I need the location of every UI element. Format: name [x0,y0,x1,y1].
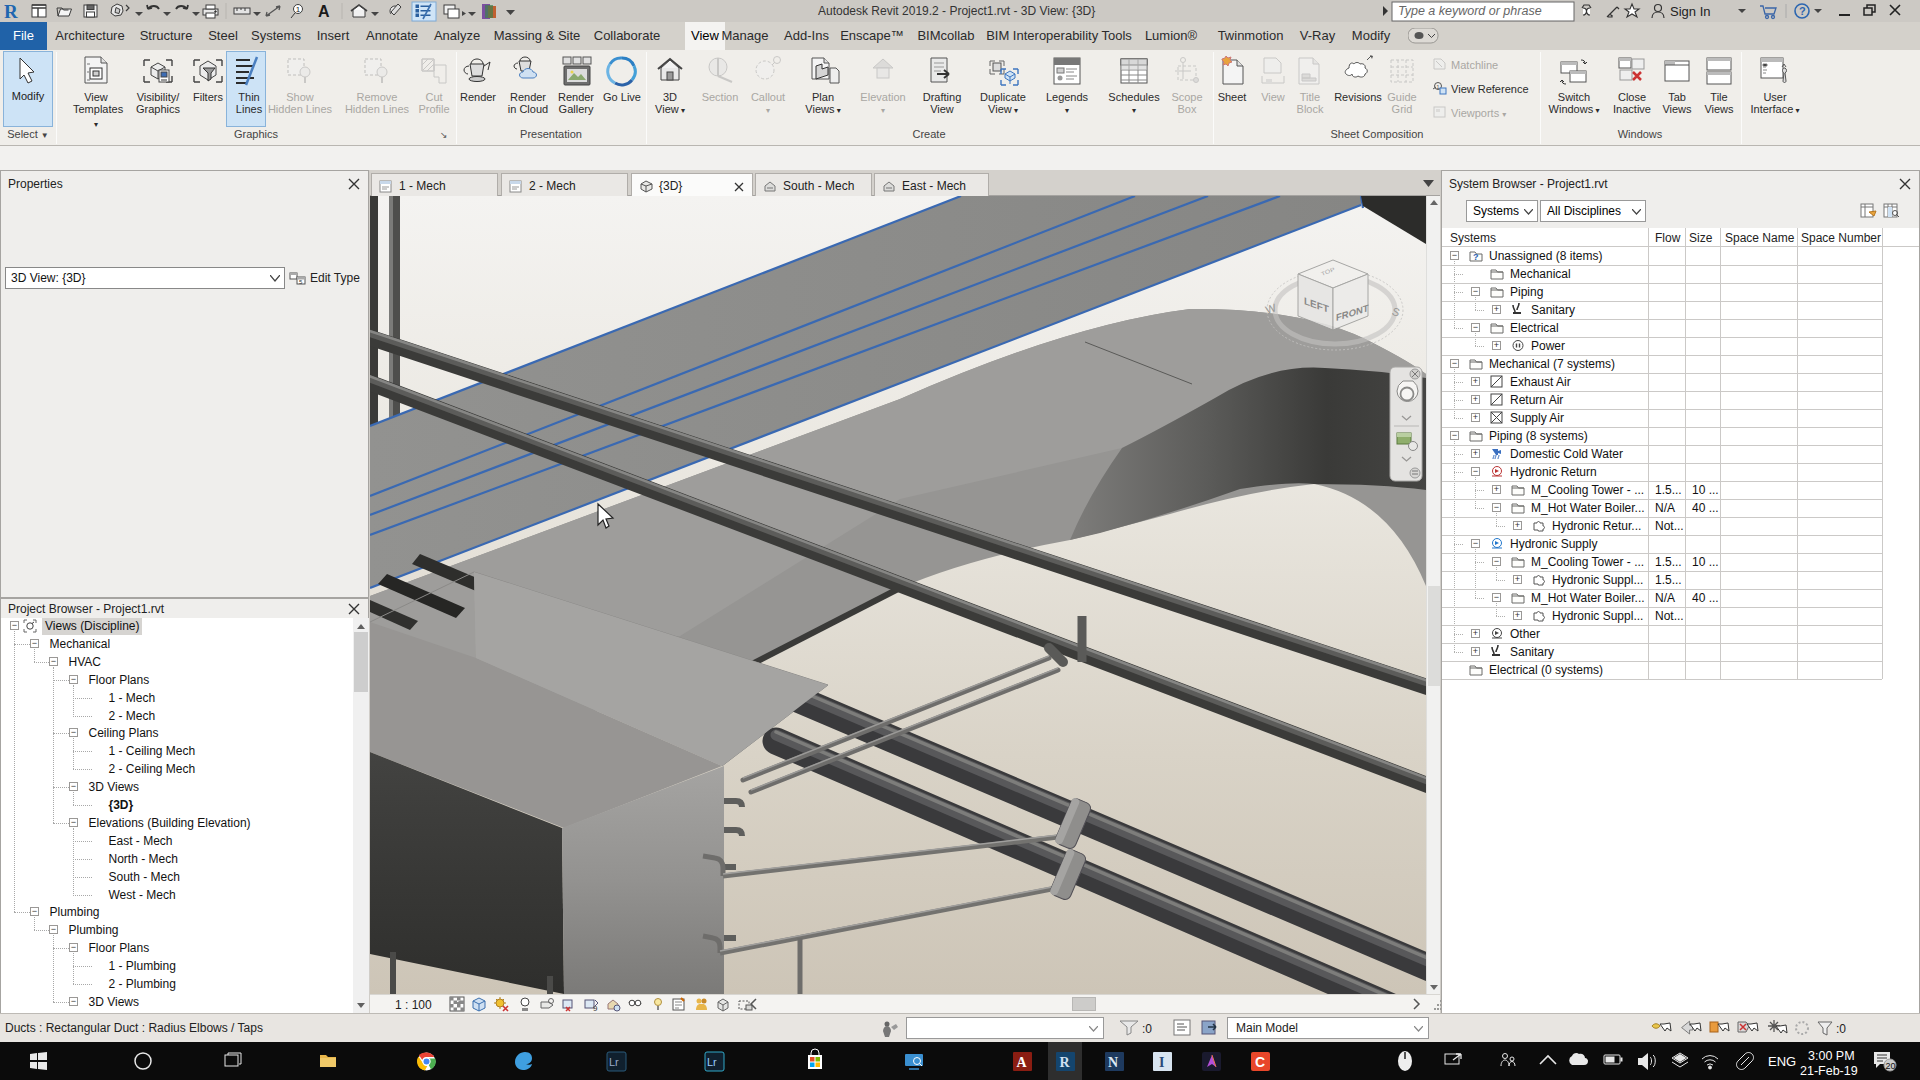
svg-text:Lr: Lr [707,1056,717,1068]
svg-text:N: N [1108,1055,1118,1070]
svg-text:C: C [1255,1054,1265,1070]
svg-text:?: ? [1799,5,1806,17]
svg-text:A: A [1017,1055,1028,1070]
svg-text:3:00 PM: 3:00 PM [1808,1049,1855,1063]
svg-text:1: 1 [296,5,301,14]
svg-text::0: :0 [1142,1022,1152,1036]
svg-text:R: R [1060,1055,1071,1070]
svg-text:20: 20 [1886,1061,1896,1071]
svg-text:9: 9 [593,1004,598,1013]
svg-text:I: I [1159,1055,1164,1070]
svg-text:A: A [318,3,330,20]
svg-text:21-Feb-19: 21-Feb-19 [1800,1064,1858,1078]
svg-text:ENG: ENG [1768,1054,1796,1069]
svg-text:R: R [4,1,18,22]
svg-text::0: :0 [1836,1022,1846,1036]
svg-text:Sign In: Sign In [1670,4,1710,19]
svg-text:?: ? [1473,252,1479,262]
svg-text:Type a keyword or phrase: Type a keyword or phrase [1398,4,1542,18]
svg-text:Lr: Lr [609,1056,619,1068]
